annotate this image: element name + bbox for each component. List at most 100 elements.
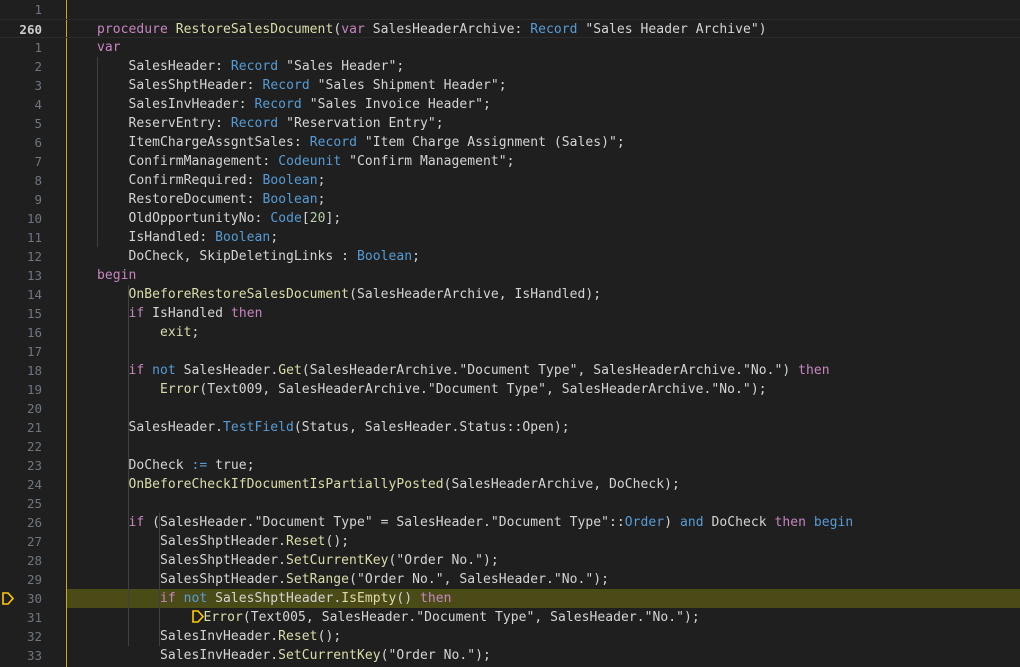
code-text: DoCheck, SkipDeletingLinks : Boolean; — [97, 247, 420, 266]
code-line[interactable]: 1 — [0, 0, 1020, 19]
code-token: if — [160, 591, 184, 606]
code-line[interactable]: 27 SalesShptHeader.Reset(); — [0, 532, 1020, 551]
code-text: var — [97, 38, 121, 57]
code-token: "No." — [644, 610, 685, 625]
code-token: SetCurrentKey — [278, 648, 381, 663]
code-token: "Reservation Entry"; — [286, 116, 444, 131]
code-text: SalesHeader: Record "Sales Header"; — [97, 57, 405, 76]
code-line[interactable]: 19 Error(Text009, SalesHeaderArchive."Do… — [0, 380, 1020, 399]
code-line[interactable]: 11 IsHandled: Boolean; — [0, 228, 1020, 247]
code-line[interactable]: 14 OnBeforeRestoreSalesDocument(SalesHea… — [0, 285, 1020, 304]
code-token: procedure — [97, 22, 176, 37]
code-line[interactable]: 24 OnBeforeCheckIfDocumentIsPartiallyPos… — [0, 475, 1020, 494]
code-token: Record — [254, 97, 310, 112]
code-token: begin — [97, 268, 137, 283]
code-line[interactable]: 6 ItemChargeAssgntSales: Record "Item Ch… — [0, 133, 1020, 152]
line-number: 30 — [26, 591, 42, 606]
code-token: OnBeforeRestoreSalesDocument — [128, 287, 350, 302]
code-token: "Document Type" — [490, 515, 610, 530]
code-line[interactable]: 28 SalesShptHeader.SetCurrentKey("Order … — [0, 551, 1020, 570]
code-line[interactable]: 29 SalesShptHeader.SetRange("Order No.",… — [0, 570, 1020, 589]
code-line[interactable]: 10 OldOpportunityNo: Code[20]; — [0, 209, 1020, 228]
line-number: 3 — [34, 78, 42, 93]
code-token: Codeunit — [278, 154, 350, 169]
code-line[interactable]: 32 SalesInvHeader.Reset(); — [0, 627, 1020, 646]
code-line[interactable]: 20 — [0, 399, 1020, 418]
code-token: : — [514, 22, 531, 37]
code-line[interactable]: 16 exit; — [0, 323, 1020, 342]
code-token: , SalesHeader. — [534, 610, 645, 625]
code-token: :: — [609, 515, 625, 530]
code-token: , SalesHeaderArchive. — [546, 382, 712, 397]
code-token: SalesInvHeader. — [97, 629, 279, 644]
code-line[interactable]: 9 RestoreDocument: Boolean; — [0, 190, 1020, 209]
code-token: TestField — [223, 420, 294, 435]
code-token: OldOpportunityNo — [97, 211, 255, 226]
code-token: : — [215, 59, 231, 74]
code-token: [ — [301, 211, 310, 226]
line-number: 31 — [26, 610, 42, 625]
code-line[interactable]: 17 — [0, 342, 1020, 361]
code-token: Record — [262, 78, 318, 93]
code-token: (); — [325, 534, 350, 549]
code-line[interactable]: 25 — [0, 494, 1020, 513]
code-token: ; — [412, 249, 420, 264]
code-text: SalesShptHeader: Record "Sales Shipment … — [97, 76, 507, 95]
code-token: Boolean — [215, 230, 271, 245]
code-token: ; — [317, 173, 326, 188]
code-token: "No." — [711, 382, 751, 397]
inline-breakpoint-icon[interactable] — [191, 610, 204, 623]
line-number: 24 — [26, 477, 42, 492]
code-text: if (SalesHeader."Document Type" = SalesH… — [97, 513, 854, 532]
code-line[interactable]: 260 procedure RestoreSalesDocument(var Sa… — [0, 19, 1020, 38]
code-editor[interactable]: 1 260 procedure RestoreSalesDocument(var S… — [0, 0, 1020, 667]
code-token: SalesHeader. — [97, 420, 224, 435]
code-line[interactable]: 1 var — [0, 38, 1020, 57]
code-line[interactable]: 3 SalesShptHeader: Record "Sales Shipmen… — [0, 76, 1020, 95]
code-line[interactable]: 4 SalesInvHeader: Record "Sales Invoice … — [0, 95, 1020, 114]
code-token: SalesShptHeader. — [97, 572, 287, 587]
code-line[interactable]: 26 if (SalesHeader."Document Type" = Sal… — [0, 513, 1020, 532]
code-token: exit — [160, 325, 192, 340]
code-token: : — [254, 211, 271, 226]
code-token: and — [679, 515, 712, 530]
code-text: SalesInvHeader.Reset(); — [97, 627, 341, 646]
code-token: IsHandled — [97, 230, 200, 245]
code-line[interactable]: 30 if not SalesShptHeader.IsEmpty() then — [0, 589, 1020, 608]
code-token: ; — [270, 230, 279, 245]
line-number: 20 — [26, 401, 42, 416]
code-token: : — [262, 154, 279, 169]
code-line[interactable]: 31 Error(Text005, SalesHeader."Document … — [0, 608, 1020, 627]
line-number: 7 — [34, 154, 42, 169]
code-token: ) — [782, 363, 799, 378]
code-line[interactable]: 5 ReservEntry: Record "Reservation Entry… — [0, 114, 1020, 133]
code-line[interactable]: 15 if IsHandled then — [0, 304, 1020, 323]
code-line[interactable]: 21 SalesHeader.TestField(Status, SalesHe… — [0, 418, 1020, 437]
code-line[interactable]: 18 if not SalesHeader.Get(SalesHeaderArc… — [0, 361, 1020, 380]
code-text: SalesShptHeader.SetRange("Order No.", Sa… — [97, 570, 609, 589]
code-line[interactable]: 33 SalesInvHeader.SetCurrentKey("Order N… — [0, 646, 1020, 665]
code-line[interactable]: 13 begin — [0, 266, 1020, 285]
code-text: SalesShptHeader.SetCurrentKey("Order No.… — [97, 551, 499, 570]
indent-guide — [97, 57, 98, 247]
code-line[interactable]: 8 ConfirmRequired: Boolean; — [0, 171, 1020, 190]
code-token: "No." — [553, 572, 594, 587]
line-number: 14 — [26, 287, 42, 302]
code-token: "Order No." — [396, 553, 483, 568]
code-text: ItemChargeAssgntSales: Record "Item Char… — [97, 133, 625, 152]
code-token: OnBeforeCheckIfDocumentIsPartiallyPosted — [128, 477, 444, 492]
code-line[interactable]: 23 DoCheck := true; — [0, 456, 1020, 475]
code-token: Record — [230, 59, 287, 74]
code-token: SalesShptHeader. — [97, 534, 287, 549]
code-line[interactable]: 2 SalesHeader: Record "Sales Header"; — [0, 57, 1020, 76]
code-token: "No." — [742, 363, 783, 378]
code-line[interactable]: 7 ConfirmManagement: Codeunit "Confirm M… — [0, 152, 1020, 171]
code-line[interactable]: 12 DoCheck, SkipDeletingLinks : Boolean; — [0, 247, 1020, 266]
code-token: (SalesHeaderArchive. — [301, 363, 460, 378]
code-line[interactable]: 22 — [0, 437, 1020, 456]
code-token: Reset — [278, 629, 318, 644]
code-token: , SalesHeaderArchive. — [577, 363, 743, 378]
code-token: SalesHeader — [97, 59, 216, 74]
code-token: DoCheck, SkipDeletingLinks : — [97, 249, 357, 264]
code-text: ReservEntry: Record "Reservation Entry"; — [97, 114, 444, 133]
